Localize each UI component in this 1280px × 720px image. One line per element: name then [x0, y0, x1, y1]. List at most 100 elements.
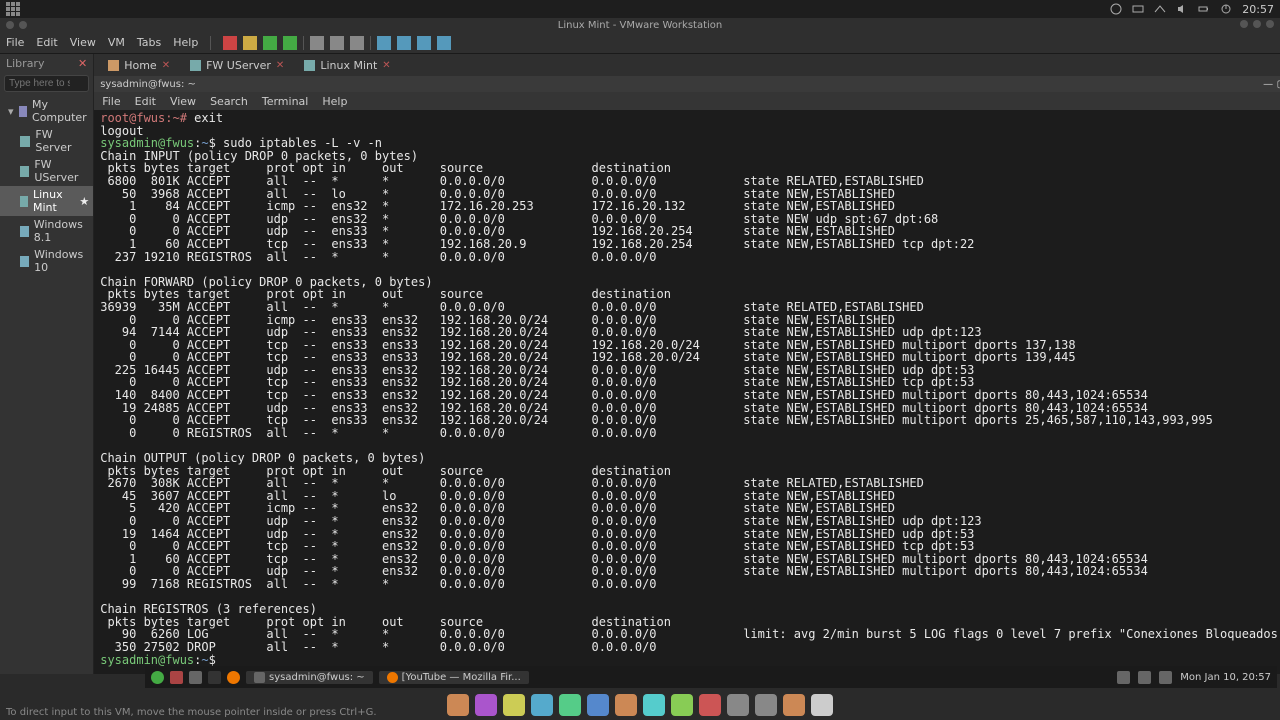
- menu-help[interactable]: Help: [173, 36, 198, 49]
- star-icon: ★: [79, 195, 89, 208]
- library-close-icon[interactable]: ✕: [78, 57, 87, 70]
- firefox-icon: [387, 672, 398, 683]
- tab-fwuserver[interactable]: FW UServer✕: [182, 57, 292, 74]
- computer-icon: [19, 106, 27, 117]
- dock-app-icon[interactable]: [783, 694, 805, 716]
- taskbar-firefox[interactable]: [YouTube — Mozilla Fir...: [379, 671, 529, 684]
- menu-edit[interactable]: Edit: [36, 36, 57, 49]
- maximize-icon[interactable]: ▢: [1276, 79, 1280, 90]
- window-dot[interactable]: [6, 21, 14, 29]
- library-search-input[interactable]: [4, 75, 89, 92]
- battery-icon[interactable]: [1198, 3, 1210, 15]
- menu-tabs[interactable]: Tabs: [137, 36, 161, 49]
- restart-icon[interactable]: [283, 36, 297, 50]
- menu-view[interactable]: View: [70, 36, 96, 49]
- vm-icon: [190, 60, 201, 71]
- tray-icon[interactable]: [1110, 3, 1122, 15]
- dock-app-icon[interactable]: [615, 694, 637, 716]
- minimize-icon[interactable]: —: [1263, 79, 1273, 90]
- vm-icon: [20, 136, 30, 147]
- term-menu-view[interactable]: View: [170, 95, 196, 108]
- dock-app-icon[interactable]: [531, 694, 553, 716]
- menu-file[interactable]: File: [6, 36, 24, 49]
- show-desktop-icon[interactable]: [170, 671, 183, 684]
- close-icon[interactable]: [1266, 20, 1274, 28]
- library-item-linuxmint[interactable]: Linux Mint★: [0, 186, 93, 216]
- library-search[interactable]: [4, 75, 89, 92]
- terminal-titlebar: sysadmin@fwus: ~ — ▢ ✕: [94, 76, 1280, 92]
- power-off-icon[interactable]: [223, 36, 237, 50]
- shield-icon[interactable]: [1117, 671, 1130, 684]
- dock-app-icon[interactable]: [699, 694, 721, 716]
- dock-app-icon[interactable]: [671, 694, 693, 716]
- vmware-titlebar: Linux Mint - VMware Workstation: [0, 18, 1280, 32]
- network-icon[interactable]: [1154, 3, 1166, 15]
- tray-icon[interactable]: [1132, 3, 1144, 15]
- dock-app-icon[interactable]: [503, 694, 525, 716]
- host-clock[interactable]: 20:57: [1242, 3, 1274, 16]
- tab-close-icon[interactable]: ✕: [276, 60, 284, 71]
- min-icon[interactable]: [1240, 20, 1248, 28]
- dock-app-icon[interactable]: [727, 694, 749, 716]
- terminal-menubar: File Edit View Search Terminal Help: [94, 92, 1280, 110]
- dock-app-icon[interactable]: [447, 694, 469, 716]
- term-menu-search[interactable]: Search: [210, 95, 248, 108]
- vm-icon: [20, 196, 28, 207]
- vm-icon: [20, 256, 29, 267]
- fullscreen-icon[interactable]: [377, 36, 391, 50]
- vm-icon: [304, 60, 315, 71]
- taskbar-terminal[interactable]: sysadmin@fwus: ~: [246, 671, 373, 684]
- console-icon[interactable]: [417, 36, 431, 50]
- library-item-fwserver[interactable]: FW Server: [0, 126, 93, 156]
- guest-clock[interactable]: Mon Jan 10, 20:57: [1180, 672, 1271, 683]
- max-icon[interactable]: [1253, 20, 1261, 28]
- firefox-icon[interactable]: [227, 671, 240, 684]
- term-menu-edit[interactable]: Edit: [135, 95, 156, 108]
- dock-app-icon[interactable]: [643, 694, 665, 716]
- pause-icon[interactable]: [243, 36, 257, 50]
- vm-icon: [20, 226, 29, 237]
- term-menu-help[interactable]: Help: [322, 95, 347, 108]
- network-icon[interactable]: [1138, 671, 1151, 684]
- guest-panel: sysadmin@fwus: ~ [YouTube — Mozilla Fir.…: [145, 666, 1277, 688]
- files-icon[interactable]: [189, 671, 202, 684]
- settings-icon[interactable]: [350, 36, 364, 50]
- library-item-fwuserver[interactable]: FW UServer: [0, 156, 93, 186]
- terminal-title-text: sysadmin@fwus: ~: [100, 79, 196, 90]
- terminal-icon: [254, 672, 265, 683]
- tab-close-icon[interactable]: ✕: [382, 60, 390, 71]
- library-item-win10[interactable]: Windows 10: [0, 246, 93, 276]
- power-icon[interactable]: [1220, 3, 1232, 15]
- snapshot-manager-icon[interactable]: [330, 36, 344, 50]
- library-title: Library: [6, 57, 44, 70]
- vmware-title-text: Linux Mint - VMware Workstation: [558, 20, 723, 31]
- term-menu-terminal[interactable]: Terminal: [262, 95, 309, 108]
- volume-icon[interactable]: [1176, 3, 1188, 15]
- terminal-icon[interactable]: [208, 671, 221, 684]
- window-dot[interactable]: [19, 21, 27, 29]
- mint-menu-icon[interactable]: [151, 671, 164, 684]
- tab-home[interactable]: Home✕: [100, 57, 178, 74]
- unity-icon[interactable]: [397, 36, 411, 50]
- vm-tabs: Home✕ FW UServer✕ Linux Mint✕: [94, 54, 1280, 76]
- library-item-win81[interactable]: Windows 8.1: [0, 216, 93, 246]
- dock-app-icon[interactable]: [755, 694, 777, 716]
- terminal-output[interactable]: root@fwus:~# exit logout sysadmin@fwus:~…: [94, 110, 1280, 674]
- volume-icon[interactable]: [1159, 671, 1172, 684]
- activities-icon[interactable]: [6, 2, 21, 17]
- library-root[interactable]: ▾ My Computer: [0, 96, 93, 126]
- tab-close-icon[interactable]: ✕: [162, 60, 170, 71]
- dock-app-icon[interactable]: [475, 694, 497, 716]
- tab-linuxmint[interactable]: Linux Mint✕: [296, 57, 398, 74]
- menu-vm[interactable]: VM: [108, 36, 125, 49]
- host-topbar: 20:57: [0, 0, 1280, 18]
- term-menu-file[interactable]: File: [102, 95, 120, 108]
- dock-app-icon[interactable]: [811, 694, 833, 716]
- dock-app-icon[interactable]: [587, 694, 609, 716]
- home-icon: [108, 60, 119, 71]
- snapshot-icon[interactable]: [310, 36, 324, 50]
- vmware-library: Library ✕ ▾ My Computer FW Server FW USe…: [0, 54, 94, 674]
- stretch-icon[interactable]: [437, 36, 451, 50]
- play-icon[interactable]: [263, 36, 277, 50]
- dock-app-icon[interactable]: [559, 694, 581, 716]
